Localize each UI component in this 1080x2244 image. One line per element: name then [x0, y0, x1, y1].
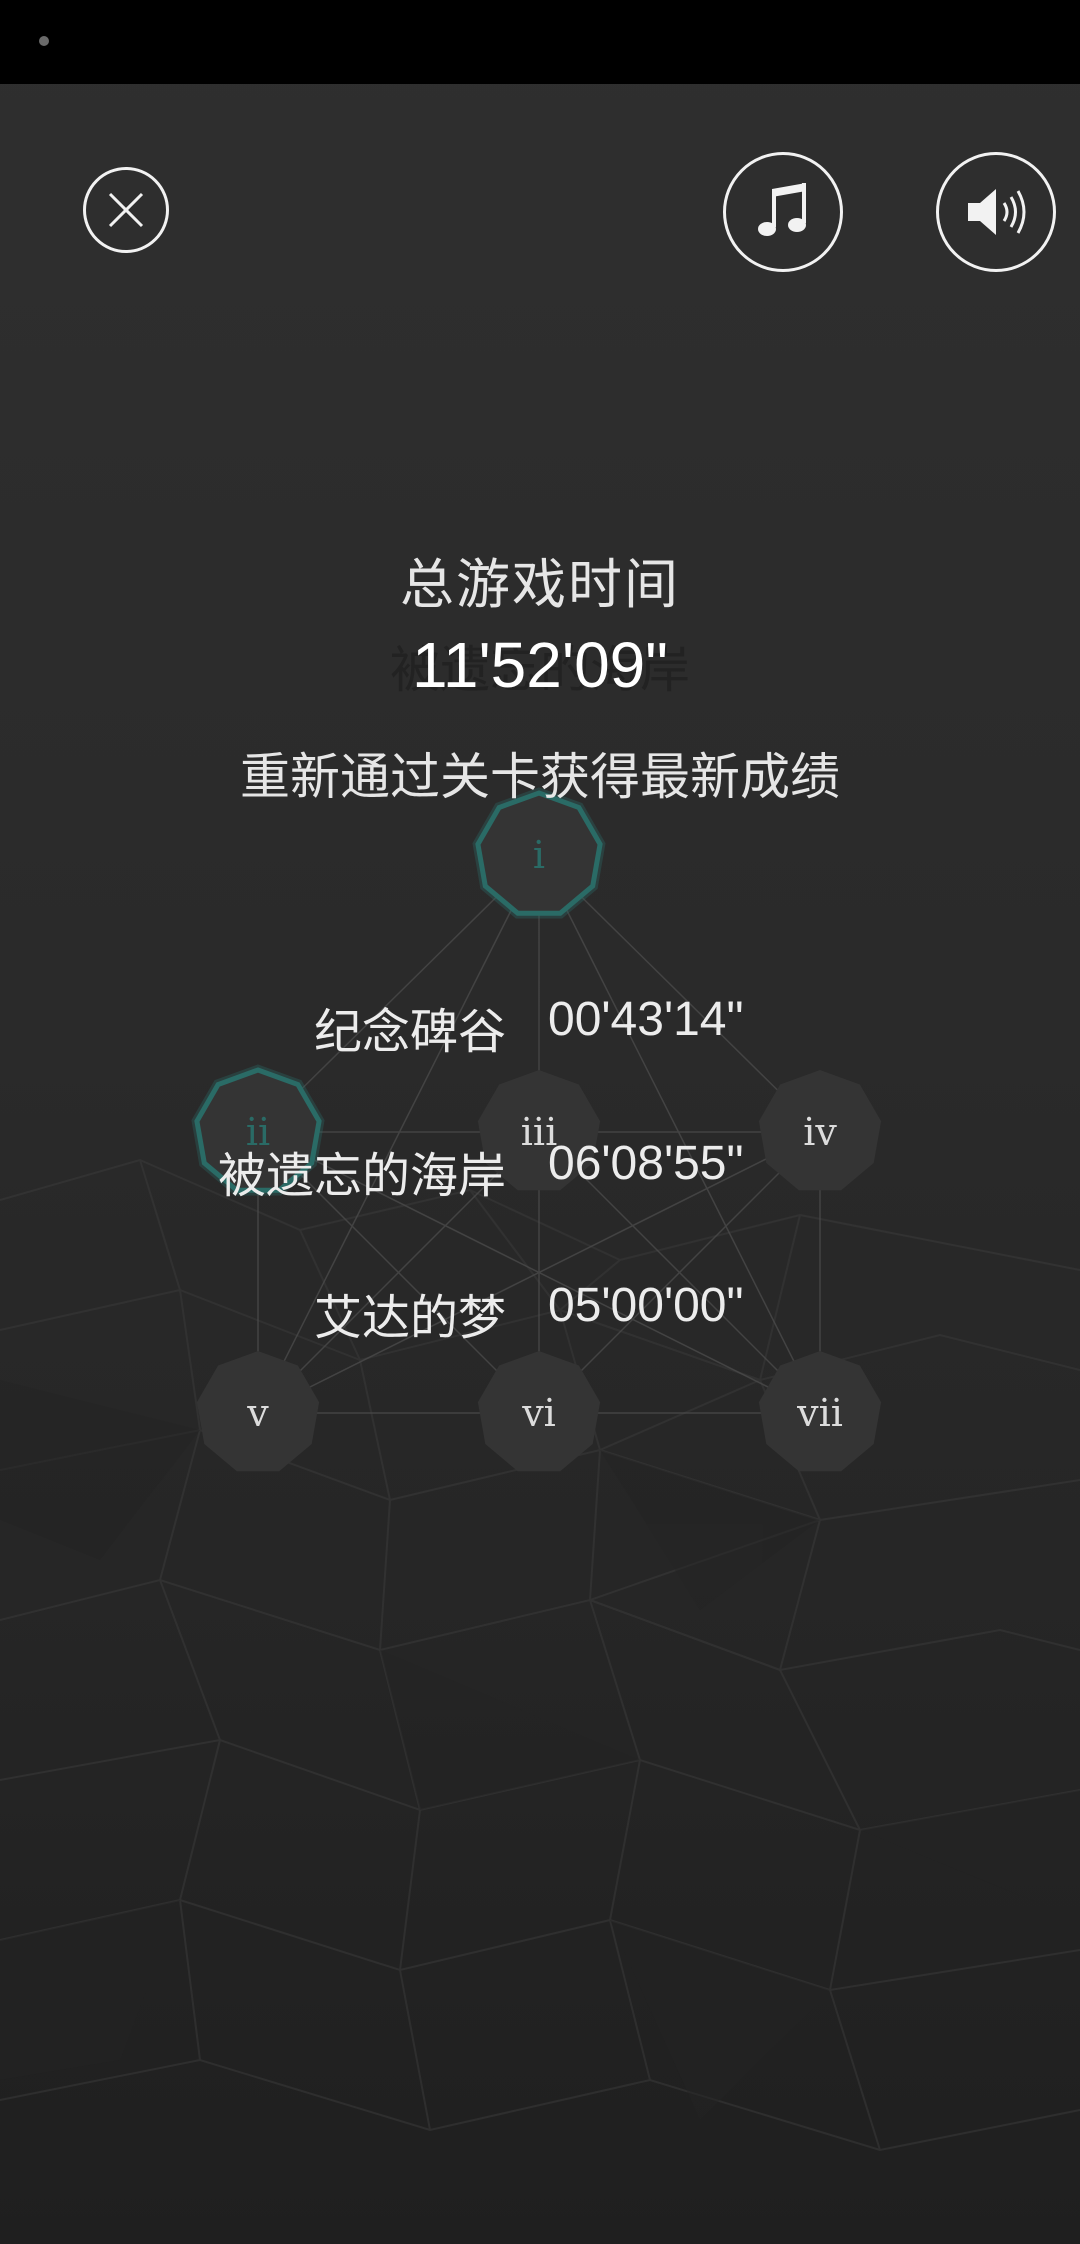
total-play-time-label: 总游戏时间 [400, 553, 680, 616]
level-node-label: vi [521, 1391, 556, 1435]
level-node-label: vii [796, 1391, 843, 1435]
level-node-label: v [246, 1391, 269, 1435]
record-chapter-name: 被遗忘的海岸 [217, 1148, 506, 1204]
record-chapter-name: 纪念碑谷 [313, 1004, 506, 1060]
level-node-label: i [533, 833, 545, 877]
game-screen: i ii iii iv v vi vii 被遗忘的海岸 总游戏时间 11'52'09" 重新… [0, 0, 1080, 2244]
level-map: iii iii ivv vi vii [191, 787, 882, 1472]
total-play-time-value: 11'52'09" [412, 629, 668, 701]
record-row: 艾达的梦 05'00'00" [0, 1278, 1080, 1358]
record-time: 00'43'14" [548, 993, 744, 1046]
level-node-vi[interactable]: vi [477, 1351, 601, 1472]
record-time: 05'00'00" [548, 1279, 744, 1332]
record-chapter-name: 艾达的梦 [313, 1290, 506, 1346]
record-row: 被遗忘的海岸 06'08'55" [0, 1136, 1080, 1216]
level-node-vii[interactable]: vii [758, 1351, 882, 1472]
record-row: 纪念碑谷 00'43'14" [0, 992, 1080, 1072]
replay-hint-text: 重新通过关卡获得最新成绩 [240, 748, 840, 806]
record-time: 06'08'55" [548, 1137, 744, 1190]
level-node-v[interactable]: v [196, 1351, 320, 1472]
